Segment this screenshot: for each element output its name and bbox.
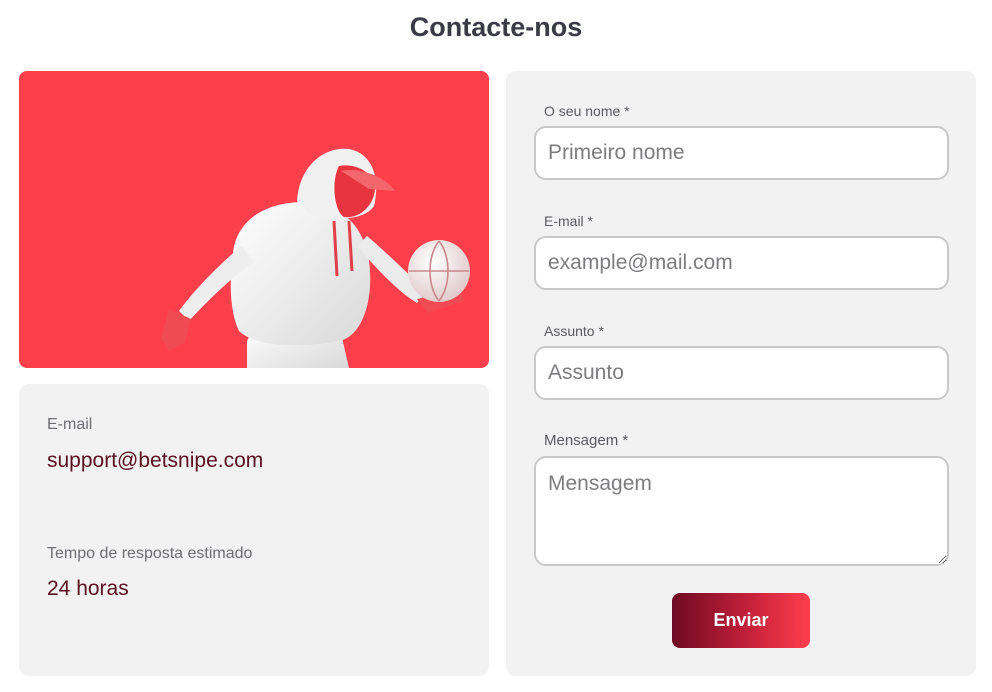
- basketball-player-illustration: [161, 148, 470, 368]
- response-time-value: 24 horas: [47, 577, 129, 600]
- name-input[interactable]: [534, 126, 949, 180]
- contact-info-card: E-mail support@betsnipe.com Tempo de res…: [19, 384, 489, 676]
- email-label: E-mail: [47, 416, 93, 433]
- email-value[interactable]: support@betsnipe.com: [47, 449, 263, 473]
- page-title: Contacte-nos: [409, 12, 583, 42]
- message-label: Mensagem *: [544, 432, 629, 449]
- subject-label: Assunto *: [544, 323, 604, 339]
- hero-image: [19, 71, 489, 368]
- contact-form: O seu nome * E-mail * Assunto * Mensagem…: [506, 71, 976, 676]
- send-button[interactable]: Enviar: [672, 593, 810, 648]
- email-field-label: E-mail *: [544, 213, 594, 229]
- subject-input[interactable]: [534, 346, 949, 400]
- email-input[interactable]: [534, 236, 949, 290]
- name-label: O seu nome *: [544, 103, 630, 119]
- message-textarea[interactable]: [534, 456, 949, 566]
- response-time-label: Tempo de resposta estimado: [47, 545, 253, 562]
